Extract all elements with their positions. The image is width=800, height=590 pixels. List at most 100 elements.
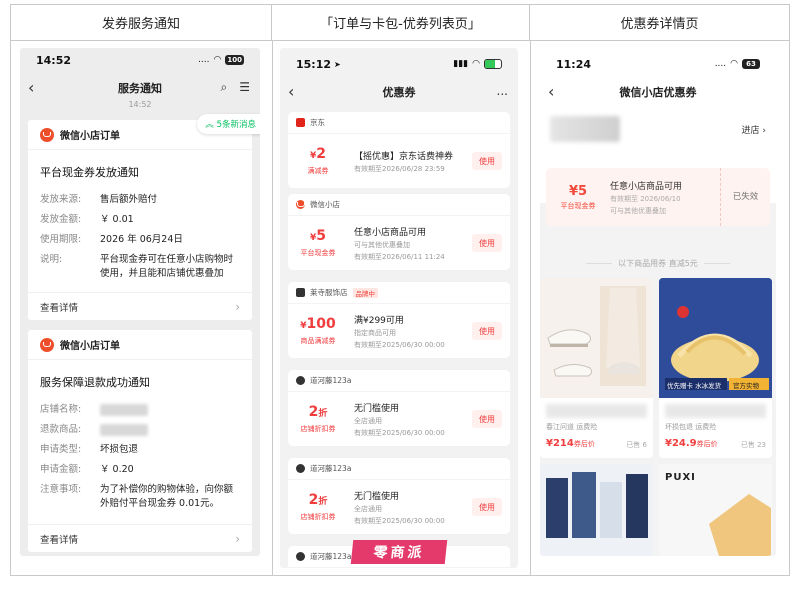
coupon-amount: 2折 店铺折扣券 [300, 404, 336, 433]
new-messages-label: 5条新消息 [216, 120, 256, 130]
coupon-info: 无门槛使用 全店通用 有效期至2025/06/30 00:00 [354, 403, 445, 437]
status-time: 15:12 [296, 57, 332, 71]
view-details-link[interactable]: 查看详情 › [28, 292, 252, 320]
product-price: ¥214券后价 [546, 438, 595, 449]
page-title: 服务通知 [118, 82, 162, 95]
new-messages-pill[interactable]: ︽ 5条新消息 [197, 114, 260, 134]
coupon-card[interactable]: 微信小店 ¥5 平台现金券 任意小店商品可用 可与其他优惠叠加 有效期至2026/06… [288, 194, 510, 270]
product-sold: 已售 23 [740, 441, 766, 449]
product-card[interactable]: 优先赠卡 水冰发货 官方实物 坏损包退 运费险 ¥24.9券后价 已售 23 [659, 278, 772, 458]
column-title-notification: 发券服务通知 [11, 5, 272, 41]
coupon-card[interactable]: 道河藤123a 2折 店铺折扣券 无门槛使用 全店通用 有效期至2025/06/30 … [288, 370, 510, 446]
coupon-shop: 道河藤123a [288, 370, 510, 392]
page-title: 优惠券 [382, 86, 416, 99]
wifi-icon: ◠ [213, 55, 222, 65]
bags-image [546, 472, 648, 538]
shoe-image [547, 286, 646, 386]
shop-avatar-redacted [550, 116, 620, 142]
card-source: 微信小店订单 [28, 330, 252, 360]
coupon-amount: ¥5 平台现金券 [560, 183, 596, 210]
card-row: 使用期限: 2026 年 06月24日 [40, 234, 183, 245]
divider [530, 41, 531, 575]
card-row: 店铺名称: [28, 400, 252, 420]
coupon-shop: 莱寺服饰店 品牌中 [288, 282, 510, 304]
card-source-label: 微信小店订单 [60, 341, 120, 352]
battery-icon: 100 [225, 55, 244, 65]
product-card[interactable] [540, 464, 653, 556]
shop-logo-icon [296, 288, 305, 297]
phone-coupon-detail: 11:24 .... ◠ 63 ‹ 微信小店优惠券 进店 › ¥5 平台现金券 任… [540, 48, 776, 556]
notification-card-refund[interactable]: 微信小店订单 服务保障退款成功通知 店铺名称: 退款商品: 申请类型: 坏损包退 … [28, 330, 252, 552]
view-details-link[interactable]: 查看详情 › [28, 524, 252, 552]
nav-bar: ‹ 优惠券 ... [280, 78, 518, 106]
menu-icon[interactable]: ☰ [239, 80, 250, 95]
coupon-card[interactable]: 道河藤123a 2折 店铺折扣券 无门槛使用 全店通用 有效期至2025/06/30 … [288, 458, 510, 534]
redacted-value [100, 403, 148, 416]
back-chevron-icon[interactable]: ‹ [288, 82, 294, 101]
coupon-card[interactable]: 京东 ¥2 满减券 【摇优惠】京东话费神券 有效期至2026/06/28 23:59… [288, 112, 510, 188]
search-icon[interactable]: ⌕ [221, 80, 228, 95]
shop-logo-icon [296, 376, 305, 385]
battery-icon: 63 [742, 59, 760, 69]
product-section-divider: 以下商品用券 直减5元 [540, 258, 776, 269]
card-row: 说明: 平台现金券可在任意小店购物时使用，并且能和店铺优惠叠加 [40, 254, 234, 279]
product-image [540, 464, 653, 556]
jd-logo-icon [296, 118, 305, 127]
chevron-right-icon: › [235, 299, 240, 314]
nav-bar: ‹ 服务通知 ⌕ ☰ [20, 74, 260, 102]
product-image [540, 278, 653, 398]
product-sold: 已售 6 [626, 441, 647, 449]
status-time: 11:24 [556, 57, 592, 71]
shop-bar[interactable]: 进店 › [540, 112, 776, 146]
timestamp: 14:52 [128, 100, 152, 109]
card-source-label: 微信小店订单 [60, 131, 120, 142]
card-row: 退款商品: [28, 420, 252, 440]
use-coupon-button[interactable]: 使用 [472, 234, 502, 252]
product-tags: 坏损包退 运费险 [665, 423, 717, 431]
product-tags: 春江问道 运费险 [546, 423, 598, 431]
product-badge: 官方实物 [733, 382, 759, 390]
wechat-shop-logo-icon [40, 337, 54, 352]
more-icon[interactable]: ... [497, 84, 508, 98]
wechat-shop-logo-icon [40, 127, 54, 142]
back-chevron-icon[interactable]: ‹ [548, 82, 554, 101]
coupon-card[interactable]: 莱寺服饰店 品牌中 ¥100 商品满减券 满¥299可用 指定商品可用 有效期至2025… [288, 282, 510, 358]
status-bar: 14:52 .... ◠ 100 [20, 48, 260, 72]
use-coupon-button[interactable]: 使用 [472, 152, 502, 170]
coupon-amount: ¥100 商品满减券 [300, 316, 336, 345]
divider [272, 41, 273, 575]
phone-coupon-list: 15:12 ➤ ▮▮▮ ◠ ‹ 优惠券 ... 京东 ¥2 满减券 【摇优惠】京东… [280, 48, 518, 568]
card-row: 发放来源: 售后额外赔付 [40, 194, 158, 205]
card-row: 注意事项: 为了补偿你的购物体验，向你额外赔付平台现金券 0.01元。 [40, 484, 234, 509]
brand-logo-text: PUXI [665, 472, 696, 483]
coupon-info: 满¥299可用 指定商品可用 有效期至2025/06/30 00:00 [354, 315, 445, 349]
product-image: 优先赠卡 水冰发货 官方实物 [659, 278, 772, 398]
signal-icon: ▮▮▮ [453, 59, 469, 69]
coupon-shop: 道河藤123a [288, 458, 510, 480]
status-time: 14:52 [36, 53, 72, 67]
use-coupon-button[interactable]: 使用 [472, 498, 502, 516]
card-title: 平台现金券发放通知 [40, 166, 139, 179]
coupon-detail-card: ¥5 平台现金券 任意小店商品可用 有效期至 2026/06/10 可与其他优惠叠… [546, 168, 770, 226]
column-title-coupon-list: 「订单与卡包-优券列表页」 [272, 5, 530, 41]
back-chevron-icon[interactable]: ‹ [28, 78, 34, 97]
notification-card-cash-coupon[interactable]: 微信小店订单 平台现金券发放通知 发放来源: 售后额外赔付 发放金额: ￥ 0.01… [28, 120, 252, 320]
redacted-value [100, 423, 148, 436]
page-title: 微信小店优惠券 [619, 86, 697, 99]
product-card[interactable]: 春江问道 运费险 ¥214券后价 已售 6 [540, 278, 653, 458]
product-card[interactable]: PUXI [659, 464, 772, 556]
enter-shop-link[interactable]: 进店 › [742, 123, 766, 136]
chevron-up-icon: ︽ [205, 120, 214, 130]
use-coupon-button[interactable]: 使用 [472, 410, 502, 428]
use-coupon-button[interactable]: 使用 [472, 322, 502, 340]
card-row: 申请类型: 坏损包退 [40, 444, 139, 455]
coupon-info: 任意小店商品可用 有效期至 2026/06/10 可与其他优惠叠加 [610, 181, 683, 215]
watermark-logo: 零商派 [350, 540, 448, 564]
chevron-right-icon: › [235, 531, 240, 546]
view-details-label: 查看详情 [40, 534, 79, 546]
product-badge: 优先赠卡 水冰发货 [667, 382, 722, 390]
coupon-info: 任意小店商品可用 可与其他优惠叠加 有效期至2026/06/11 11:24 [354, 227, 445, 261]
status-bar: 15:12 ➤ ▮▮▮ ◠ [280, 52, 518, 76]
wifi-icon: ◠ [730, 59, 738, 69]
coupon-info: 【摇优惠】京东话费神券 有效期至2026/06/28 23:59 [354, 151, 454, 173]
